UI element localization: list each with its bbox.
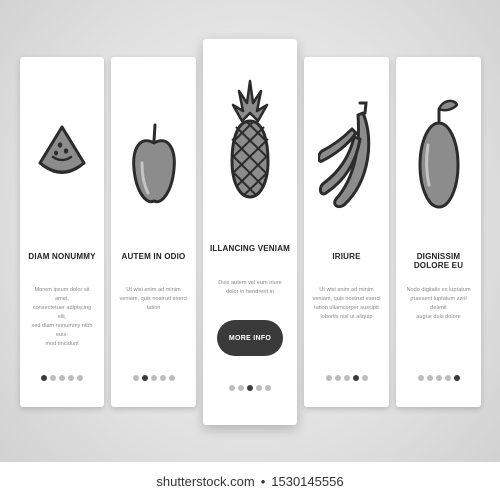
body-line: sed diam nonummy nibh euis- — [31, 323, 93, 338]
body-line: tation — [146, 305, 161, 311]
onboarding-card-5: DIGNISSIM DOLORE EU Nodo digitalis ex lu… — [396, 57, 481, 407]
card-body-text: Ut wisi enim ad minim veniam, quis nostr… — [119, 286, 188, 313]
card-title: AUTEM IN ODIO — [121, 252, 186, 261]
more-info-button[interactable]: MORE INFO — [217, 320, 283, 356]
page-dot-active[interactable] — [352, 375, 359, 381]
page-dot-active[interactable] — [247, 385, 253, 391]
card-body-text: Morem ipsum dolor sit amet, consectetuer… — [28, 286, 96, 349]
page-dot[interactable] — [444, 375, 451, 381]
watermelon-slice-icon — [20, 123, 104, 179]
footer-site: shutterstock.com — [156, 473, 255, 489]
page-dot[interactable] — [325, 375, 332, 381]
pagination-dots[interactable] — [203, 385, 297, 391]
body-line: dolor in hendrerit in — [226, 289, 274, 295]
page-dot-active[interactable] — [41, 375, 47, 381]
body-line: tation ullamcorper suscipit — [314, 305, 379, 311]
page-dot[interactable] — [229, 385, 235, 391]
body-line: consectetuer adipiscing elit, — [32, 305, 92, 320]
page-dot[interactable] — [50, 375, 56, 381]
page-dot[interactable] — [256, 385, 262, 391]
body-line: lobortis nisl ut aliquip — [320, 314, 373, 320]
page-dot[interactable] — [238, 385, 244, 391]
card-title: DIGNISSIM DOLORE EU — [413, 252, 464, 270]
onboarding-card-4: IRIURE Ut wisi enim ad minim veniam, qui… — [304, 57, 389, 407]
page-dot[interactable] — [150, 375, 157, 381]
footer-separator: • — [260, 473, 266, 489]
page-dot[interactable] — [159, 375, 166, 381]
bananas-icon — [304, 99, 389, 211]
stock-watermark-footer: shutterstock.com • 1530145556 — [0, 462, 500, 500]
card-title: DIAM NONUMMY — [28, 252, 96, 261]
body-line: Duis autem vel eum iriure — [218, 280, 282, 286]
body-line: Ut wisi enim ad minim — [319, 287, 374, 293]
body-line: Nodo digitalis ex luptatum — [406, 287, 471, 293]
footer-image-number: 1530145556 — [271, 473, 344, 489]
body-line: Ut wisi enim ad minim — [126, 287, 181, 293]
card-body-text: Ut wisi enim ad minim veniam, quis nostr… — [312, 286, 381, 322]
orange-icon — [396, 97, 481, 211]
page-dot-active[interactable] — [453, 375, 460, 381]
body-line: praesent luptatum zzril delenit — [410, 296, 467, 311]
page-dot-active[interactable] — [141, 375, 148, 381]
page-dot[interactable] — [77, 375, 83, 381]
page-dot[interactable] — [265, 385, 271, 391]
onboarding-card-3: ILLANCING VENIAM Duis autem vel eum iriu… — [203, 39, 297, 425]
pineapple-icon — [203, 77, 297, 201]
page-dot[interactable] — [343, 375, 350, 381]
onboarding-screens-stage: DIAM NONUMMY Morem ipsum dolor sit amet,… — [0, 0, 500, 462]
page-dot[interactable] — [361, 375, 368, 381]
page-dot[interactable] — [59, 375, 65, 381]
page-dot[interactable] — [132, 375, 139, 381]
page-dot[interactable] — [168, 375, 175, 381]
page-dot[interactable] — [426, 375, 433, 381]
onboarding-card-1: DIAM NONUMMY Morem ipsum dolor sit amet,… — [20, 57, 104, 407]
card-title: ILLANCING VENIAM — [209, 244, 291, 253]
page-dot[interactable] — [417, 375, 424, 381]
pagination-dots[interactable] — [304, 375, 389, 381]
onboarding-card-2: AUTEM IN ODIO Ut wisi enim ad minim veni… — [111, 57, 196, 407]
card-body-text: Nodo digitalis ex luptatum praesent lupt… — [404, 286, 473, 322]
pagination-dots[interactable] — [111, 375, 196, 381]
pagination-dots[interactable] — [396, 375, 481, 381]
card-title: IRIURE — [332, 252, 361, 261]
page-dot[interactable] — [68, 375, 74, 381]
card-body-text: Duis autem vel eum iriure dolor in hendr… — [211, 279, 289, 297]
body-line: veniam, quis nostrud exerci — [312, 296, 381, 302]
page-dot[interactable] — [435, 375, 442, 381]
page-dot[interactable] — [334, 375, 341, 381]
pagination-dots[interactable] — [20, 375, 104, 381]
body-line: augue duis dolore — [416, 314, 461, 320]
body-line: mod tincidunt — [45, 341, 79, 347]
body-line: veniam, quis nostrud exerci — [119, 296, 188, 302]
apple-icon — [111, 119, 196, 213]
body-line: Morem ipsum dolor sit amet, — [34, 287, 90, 302]
